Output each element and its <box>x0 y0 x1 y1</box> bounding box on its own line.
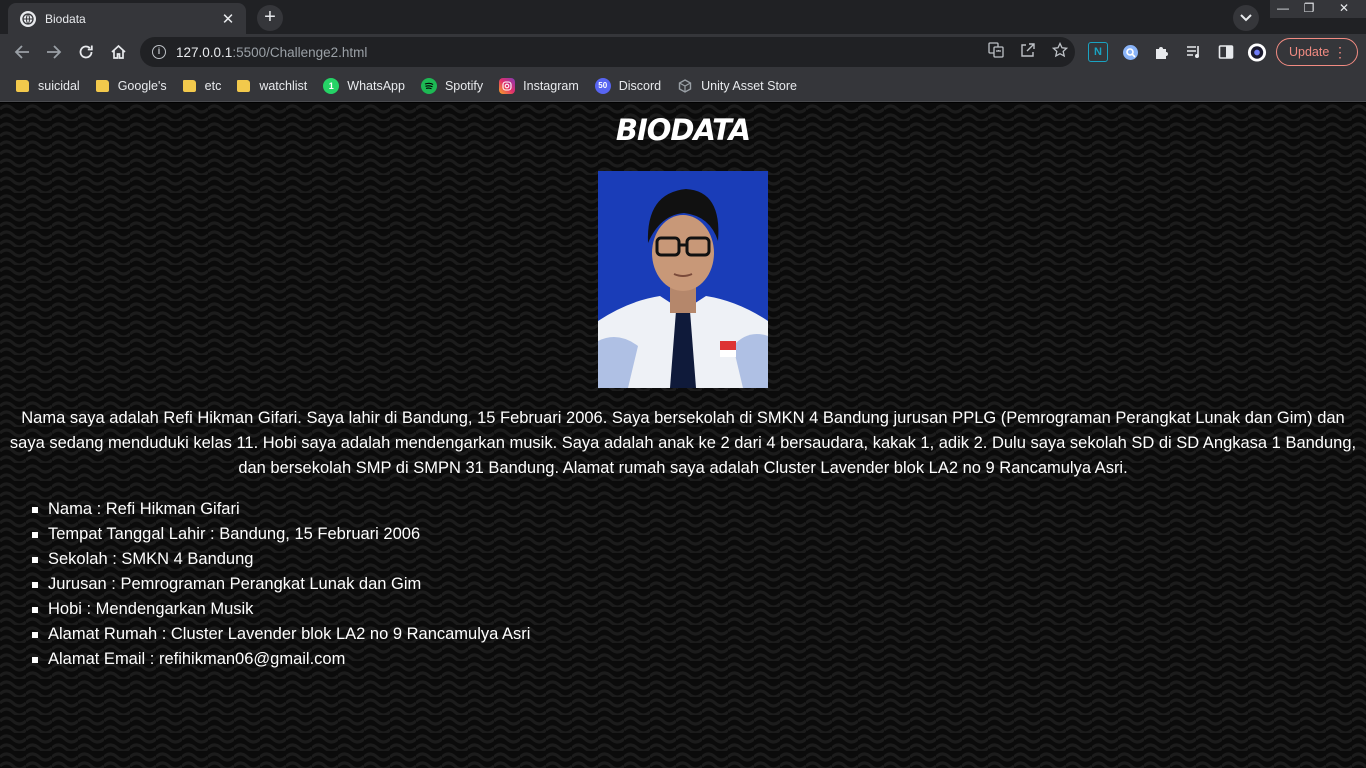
restore-button[interactable]: ❐ <box>1296 0 1322 18</box>
window-close-button[interactable]: ✕ <box>1322 0 1366 18</box>
tab-close-icon[interactable]: ✕ <box>220 10 236 28</box>
bookmark-whatsapp[interactable]: 1 WhatsApp <box>323 77 405 94</box>
folder-icon <box>16 79 29 92</box>
arrow-left-icon <box>14 45 29 59</box>
url-host: 127.0.0.1 <box>176 44 233 60</box>
discord-icon: 50 <box>594 77 611 94</box>
spotify-icon <box>420 77 437 94</box>
bookmark-label: Google's <box>117 78 167 93</box>
bookmark-unity-asset-store[interactable]: Unity Asset Store <box>677 78 797 94</box>
browser-toolbar: i 127.0.0.1:5500/Challenge2.html N Updat… <box>0 34 1366 70</box>
bookmark-suicidal[interactable]: suicidal <box>16 79 80 93</box>
update-button[interactable]: Update ⋮ <box>1276 38 1358 66</box>
bookmark-label: etc <box>204 78 222 93</box>
tab-strip: Biodata ✕ + — ❐ ✕ <box>0 0 1366 34</box>
chevron-down-icon <box>1240 14 1252 22</box>
tab-title: Biodata <box>45 11 86 26</box>
list-item: Alamat Rumah : Cluster Lavender blok LA2… <box>31 622 530 647</box>
globe-icon <box>20 10 36 27</box>
list-item: Jurusan : Pemrograman Perangkat Lunak da… <box>31 572 530 597</box>
tab-biodata[interactable]: Biodata ✕ <box>8 3 246 34</box>
bookmark-instagram[interactable]: Instagram <box>499 77 579 94</box>
intro-paragraph: Nama saya adalah Refi Hikman Gifari. Say… <box>9 409 1357 477</box>
list-item: Sekolah : SMKN 4 Bandung <box>31 547 530 572</box>
extensions-puzzle-icon[interactable] <box>1152 42 1172 62</box>
bookmark-label: Instagram <box>523 78 579 93</box>
biodata-list: Nama : Refi Hikman Gifari Tempat Tanggal… <box>31 497 530 672</box>
update-label: Update <box>1289 45 1330 59</box>
address-bar[interactable]: i 127.0.0.1:5500/Challenge2.html <box>140 37 1075 67</box>
more-menu-icon[interactable]: ⋮ <box>1333 43 1347 61</box>
extension-n-icon[interactable]: N <box>1088 42 1108 62</box>
forward-button[interactable] <box>42 41 66 63</box>
media-control-icon[interactable] <box>1184 42 1204 62</box>
bookmarks-bar: suicidal Google's etc watchlist 1 WhatsA… <box>0 70 1366 102</box>
back-button[interactable] <box>10 41 34 63</box>
profile-avatar[interactable] <box>1247 42 1267 62</box>
list-item: Alamat Email : refihikman06@gmail.com <box>31 647 530 672</box>
bookmark-googles[interactable]: Google's <box>95 78 167 93</box>
url-path: :5500/Challenge2.html <box>232 44 368 60</box>
bookmark-label: Spotify <box>444 78 484 93</box>
instagram-icon <box>499 77 516 94</box>
unity-icon <box>677 78 693 94</box>
arrow-right-icon <box>47 45 62 59</box>
bookmark-spotify[interactable]: Spotify <box>420 77 484 94</box>
bookmark-label: Discord <box>618 78 662 93</box>
profile-photo <box>598 171 768 388</box>
bookmark-etc[interactable]: etc <box>182 78 222 93</box>
bookmark-label: suicidal <box>38 78 80 93</box>
reload-icon <box>79 45 93 59</box>
site-info-icon[interactable]: i <box>152 45 166 59</box>
side-panel-icon[interactable] <box>1216 42 1236 62</box>
whatsapp-icon: 1 <box>323 77 340 94</box>
list-item: Hobi : Mendengarkan Musik <box>31 597 530 622</box>
folder-icon <box>95 79 109 92</box>
home-button[interactable] <box>106 41 130 63</box>
list-item: Nama : Refi Hikman Gifari <box>31 497 530 522</box>
bookmark-label: Unity Asset Store <box>701 78 797 93</box>
list-item: Tempat Tanggal Lahir : Bandung, 15 Febru… <box>31 522 530 547</box>
new-tab-button[interactable]: + <box>257 5 283 31</box>
star-icon[interactable] <box>1051 41 1069 60</box>
home-icon <box>110 44 126 59</box>
bookmark-discord[interactable]: 50 Discord <box>594 77 662 94</box>
bookmark-label: watchlist <box>259 78 308 93</box>
bookmark-label: WhatsApp <box>347 78 405 93</box>
folder-icon <box>182 79 196 92</box>
share-icon[interactable] <box>1019 42 1037 60</box>
extension-lens-icon[interactable] <box>1120 42 1140 62</box>
reload-button[interactable] <box>74 41 98 63</box>
tab-search-button[interactable] <box>1233 5 1259 31</box>
minimize-button[interactable]: — <box>1270 0 1296 18</box>
page-viewport: BIODATA Nama saya adalah Refi Hikman Gif… <box>0 103 1366 768</box>
bookmark-watchlist[interactable]: watchlist <box>237 79 307 93</box>
page-title: BIODATA <box>615 113 751 147</box>
translate-icon[interactable] <box>987 42 1005 60</box>
folder-icon <box>237 79 251 92</box>
